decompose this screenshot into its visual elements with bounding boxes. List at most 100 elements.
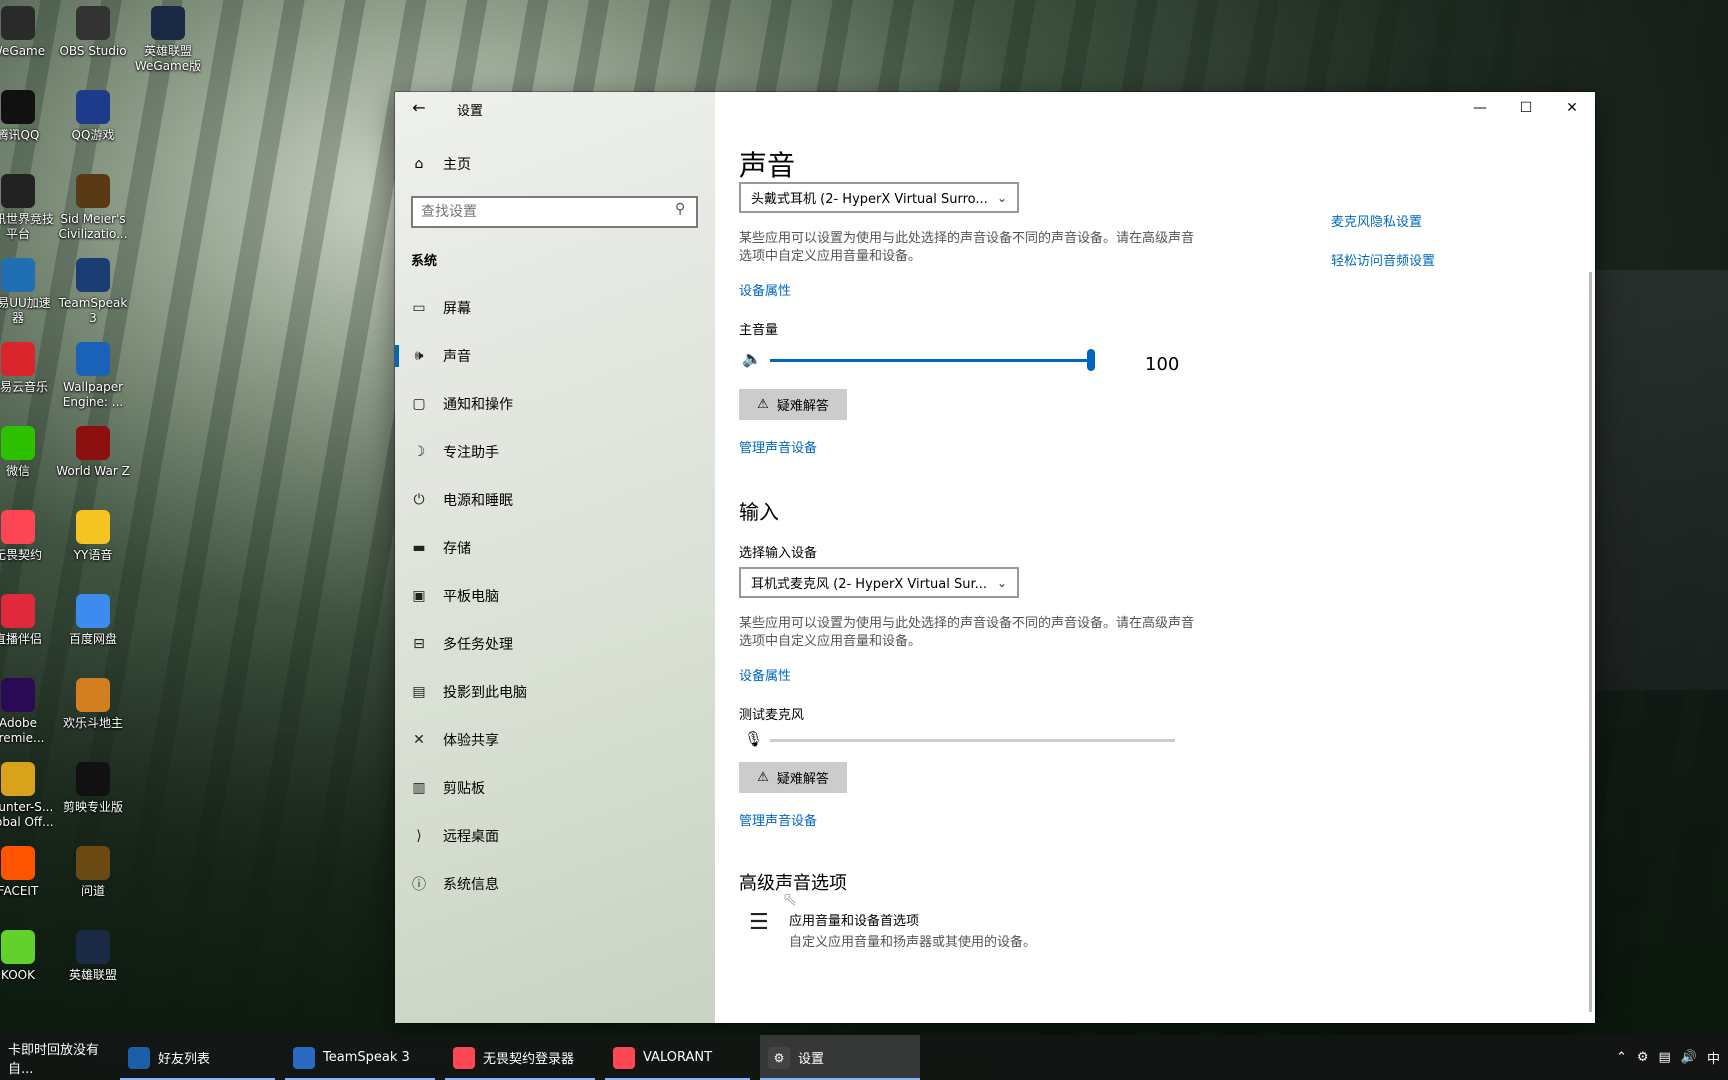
volume-icon[interactable]: 🔊 [1681, 1050, 1697, 1065]
input-device-select[interactable]: 耳机式麦克风 (2- HyperX Virtual Sur... ⌄ [739, 567, 1019, 598]
desktop-icon[interactable]: 无畏契约 [0, 510, 56, 563]
desktop-icon[interactable]: 剪映专业版 [55, 762, 131, 815]
wechat-icon [1, 426, 35, 460]
maximize-button[interactable]: ☐ [1503, 92, 1549, 124]
civ-icon [76, 174, 110, 208]
nav-item[interactable]: ▬ 存储 [395, 528, 715, 568]
titlebar: — ☐ ✕ [395, 92, 1595, 124]
content-scrollbar[interactable] [1589, 272, 1592, 1012]
nav-item[interactable]: ⓘ 系统信息 [395, 864, 715, 904]
teamspeak-icon [293, 1046, 315, 1069]
desktop-icon-label: World War Z [56, 464, 130, 478]
input-device-properties-link[interactable]: 设备属性 [739, 665, 791, 684]
desktop-icon-label: Adobe Premie... [0, 716, 45, 745]
desktop-icon[interactable]: 网易云音乐 [0, 342, 56, 395]
desktop-icon[interactable]: 直播伴侣 [0, 594, 56, 647]
input-manage-devices-link[interactable]: 管理声音设备 [739, 810, 817, 829]
desktop-icon-label: Sid Meier's Civilizatio... [58, 212, 128, 241]
output-troubleshoot-label: 疑难解答 [776, 399, 829, 414]
nav-item[interactable]: ✕ 体验共享 [395, 720, 715, 760]
desktop-icon[interactable]: Wallpaper Engine: ... [55, 342, 131, 410]
taskbar-item[interactable]: 无畏契约登录器 [445, 1035, 595, 1080]
desktop-icon-label: 无畏契约 [0, 548, 42, 562]
taskbar-item[interactable]: TeamSpeak 3 [285, 1035, 435, 1080]
app-volume-preferences[interactable]: ☰ 应用音量和设备首选项 自定义应用音量和扬声器或其使用的设备。 [749, 910, 1036, 950]
taskbar-item[interactable]: ⚙ 设置 [760, 1035, 920, 1080]
network-icon[interactable]: ▤ [1659, 1050, 1671, 1065]
desktop-icon-label: KOOK [1, 968, 35, 982]
desktop-icon[interactable]: 英雄联盟 WeGame版 [130, 6, 206, 74]
nav-item[interactable]: ▥ 剪贴板 [395, 768, 715, 808]
valorant-icon [613, 1046, 635, 1069]
csgo-icon [1, 762, 35, 796]
nav-item[interactable]: ⊟ 多任务处理 [395, 624, 715, 664]
nav-item[interactable]: 🕪 声音 [395, 336, 715, 376]
search-input[interactable] [411, 196, 698, 228]
lol2-icon [76, 930, 110, 964]
desktop-icon-label: 百度网盘 [68, 632, 117, 646]
desktop-icon[interactable]: OBS Studio [55, 6, 131, 59]
desktop-icon[interactable]: TeamSpeak 3 [55, 258, 131, 326]
close-button[interactable]: ✕ [1549, 92, 1595, 124]
taskbar-item-label: TeamSpeak 3 [323, 1050, 410, 1065]
desktop-icon[interactable]: 微信 [0, 426, 56, 479]
wegame-icon [1, 6, 35, 40]
nav-item[interactable]: ☽ 专注助手 [395, 432, 715, 472]
mic-privacy-link[interactable]: 麦克风隐私设置 [1331, 211, 1422, 230]
chevron-down-icon: ⌄ [996, 575, 1007, 590]
clipboard-icon: ▥ [412, 780, 426, 796]
desktop-icon[interactable]: World War Z [55, 426, 131, 479]
valorant-icon [1, 510, 35, 544]
master-volume-thumb[interactable] [1087, 349, 1095, 371]
nav-item[interactable]: ▭ 屏幕 [395, 288, 715, 328]
desktop-icon[interactable]: Counter-S... Global Off... [0, 762, 56, 830]
desktop-icon[interactable]: Sid Meier's Civilizatio... [55, 174, 131, 242]
desktop-icon[interactable]: FACEIT [0, 846, 56, 899]
netease-music-icon [1, 342, 35, 376]
input-troubleshoot-button[interactable]: ⚠ 疑难解答 [739, 762, 847, 793]
desktop-icon-label: 网易云音乐 [0, 380, 48, 394]
master-volume-slider[interactable] [770, 359, 1089, 362]
taskbar-item-label: VALORANT [643, 1050, 713, 1065]
nav-item-label: 平板电脑 [443, 589, 499, 605]
output-device-properties-link[interactable]: 设备属性 [739, 280, 791, 299]
minimize-button[interactable]: — [1457, 92, 1503, 124]
wallpaper-engine-icon [76, 342, 110, 376]
remote-icon: ⟩ [416, 828, 422, 844]
desktop-icon[interactable]: 腾讯世界竞技平台 [0, 174, 56, 242]
chevron-up-icon[interactable]: ⌃ [1616, 1050, 1627, 1065]
nav-item[interactable]: ▣ 平板电脑 [395, 576, 715, 616]
nav-item[interactable]: ▢ 通知和操作 [395, 384, 715, 424]
desktop-icon[interactable]: 英雄联盟 [55, 930, 131, 983]
nav-item[interactable]: ⟩ 远程桌面 [395, 816, 715, 856]
nav-home[interactable]: ⌂ 主页 [411, 154, 471, 174]
steam-tray-icon[interactable]: ⚙ [1637, 1050, 1649, 1065]
desktop-icon[interactable]: Adobe Premie... [0, 678, 56, 746]
desktop-icon[interactable]: 问道 [55, 846, 131, 899]
desktop-icon[interactable]: YY语音 [55, 510, 131, 563]
nav-item[interactable]: ▤ 投影到此电脑 [395, 672, 715, 712]
input-heading: 输入 [739, 500, 779, 524]
taskbar-item[interactable]: 卡即时回放没有自... [0, 1035, 115, 1080]
taskbar-item[interactable]: 好友列表 [120, 1035, 275, 1080]
desktop-icon[interactable]: 腾讯QQ [0, 90, 56, 143]
nav-item-label: 投影到此电脑 [443, 685, 527, 701]
ime-indicator[interactable]: 中 [1707, 1048, 1720, 1067]
taskbar-item[interactable]: VALORANT [605, 1035, 750, 1080]
output-device-select[interactable]: 头戴式耳机 (2- HyperX Virtual Surro... ⌄ [739, 182, 1019, 213]
search-icon[interactable]: ⚲ [675, 201, 685, 217]
output-manage-devices-link[interactable]: 管理声音设备 [739, 437, 817, 456]
desktop-icon[interactable]: 欢乐斗地主 [55, 678, 131, 731]
speaker-icon[interactable]: 🔈 [742, 349, 762, 368]
desktop-icon[interactable]: 百度网盘 [55, 594, 131, 647]
desktop-icon[interactable]: WeGame [0, 6, 56, 59]
output-troubleshoot-button[interactable]: ⚠ 疑难解答 [739, 389, 847, 420]
desktop-icon[interactable]: QQ游戏 [55, 90, 131, 143]
nav-item[interactable]: ⏻ 电源和睡眠 [395, 480, 715, 520]
desktop-icons: WeGame OBS Studio 英雄联盟 WeGame版腾讯QQ QQ游戏腾讯世界… [0, 0, 201, 1030]
doudizhu-icon [76, 678, 110, 712]
desktop-icon[interactable]: KOOK [0, 930, 56, 983]
desktop-icon[interactable]: 网易UU加速器 [0, 258, 56, 326]
warning-icon: ⚠ [757, 397, 769, 412]
ease-of-access-audio-link[interactable]: 轻松访问音频设置 [1331, 250, 1435, 269]
